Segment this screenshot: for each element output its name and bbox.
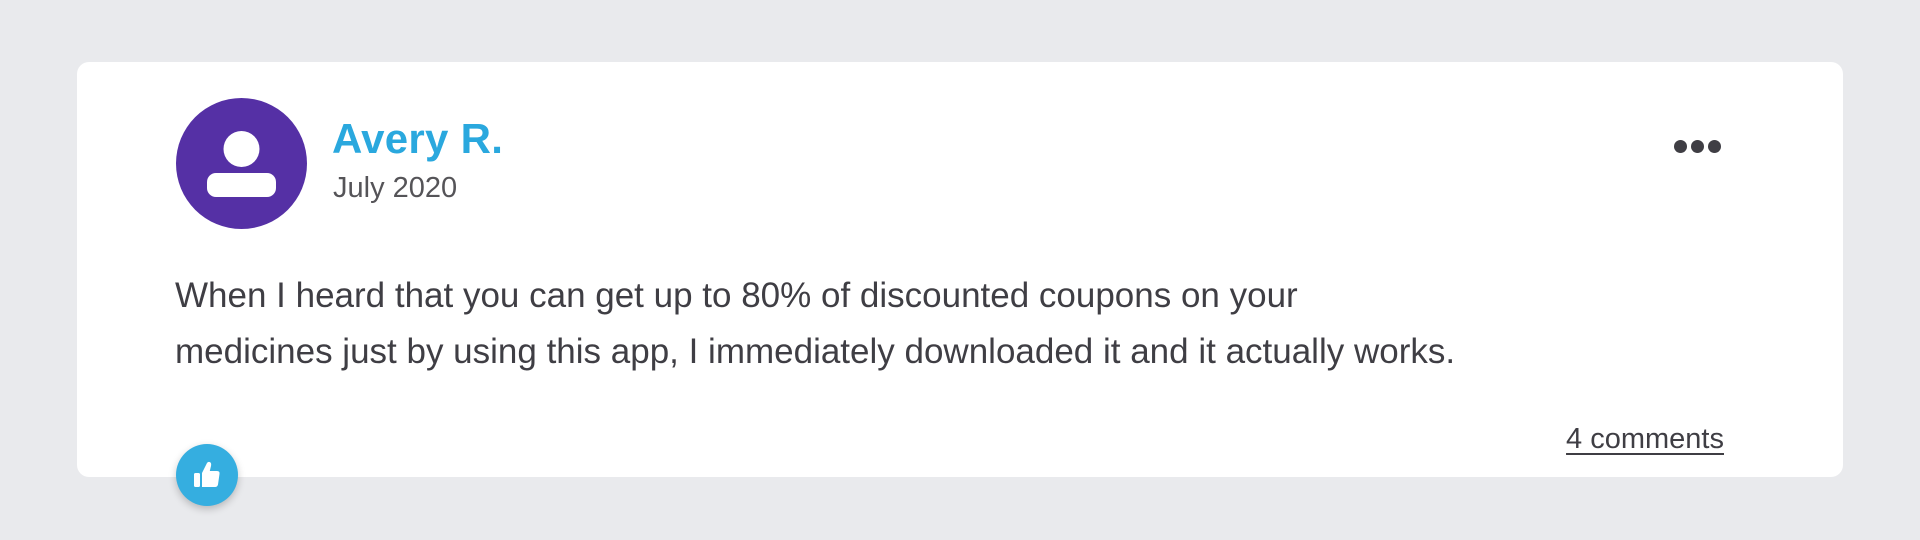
like-button[interactable]	[176, 444, 238, 506]
ellipsis-icon	[1707, 139, 1721, 153]
review-text-line: medicines just by using this app, I imme…	[175, 332, 1456, 371]
thumbs-up-icon	[194, 461, 220, 487]
more-options-button[interactable]	[1669, 132, 1725, 160]
author-name: Avery R.	[332, 115, 504, 162]
review-card: Avery R. July 2020 When I heard that you…	[77, 62, 1843, 477]
review-text: When I heard that you can get up to 80% …	[175, 268, 1675, 380]
ellipsis-icon	[1673, 139, 1687, 153]
comments-link[interactable]: 4 comments	[1566, 425, 1724, 454]
avatar	[176, 98, 307, 229]
review-date: July 2020	[333, 172, 458, 204]
review-text-line: When I heard that you can get up to 80% …	[175, 276, 1298, 315]
ellipsis-icon	[1690, 139, 1704, 153]
user-silhouette-icon	[207, 131, 276, 197]
